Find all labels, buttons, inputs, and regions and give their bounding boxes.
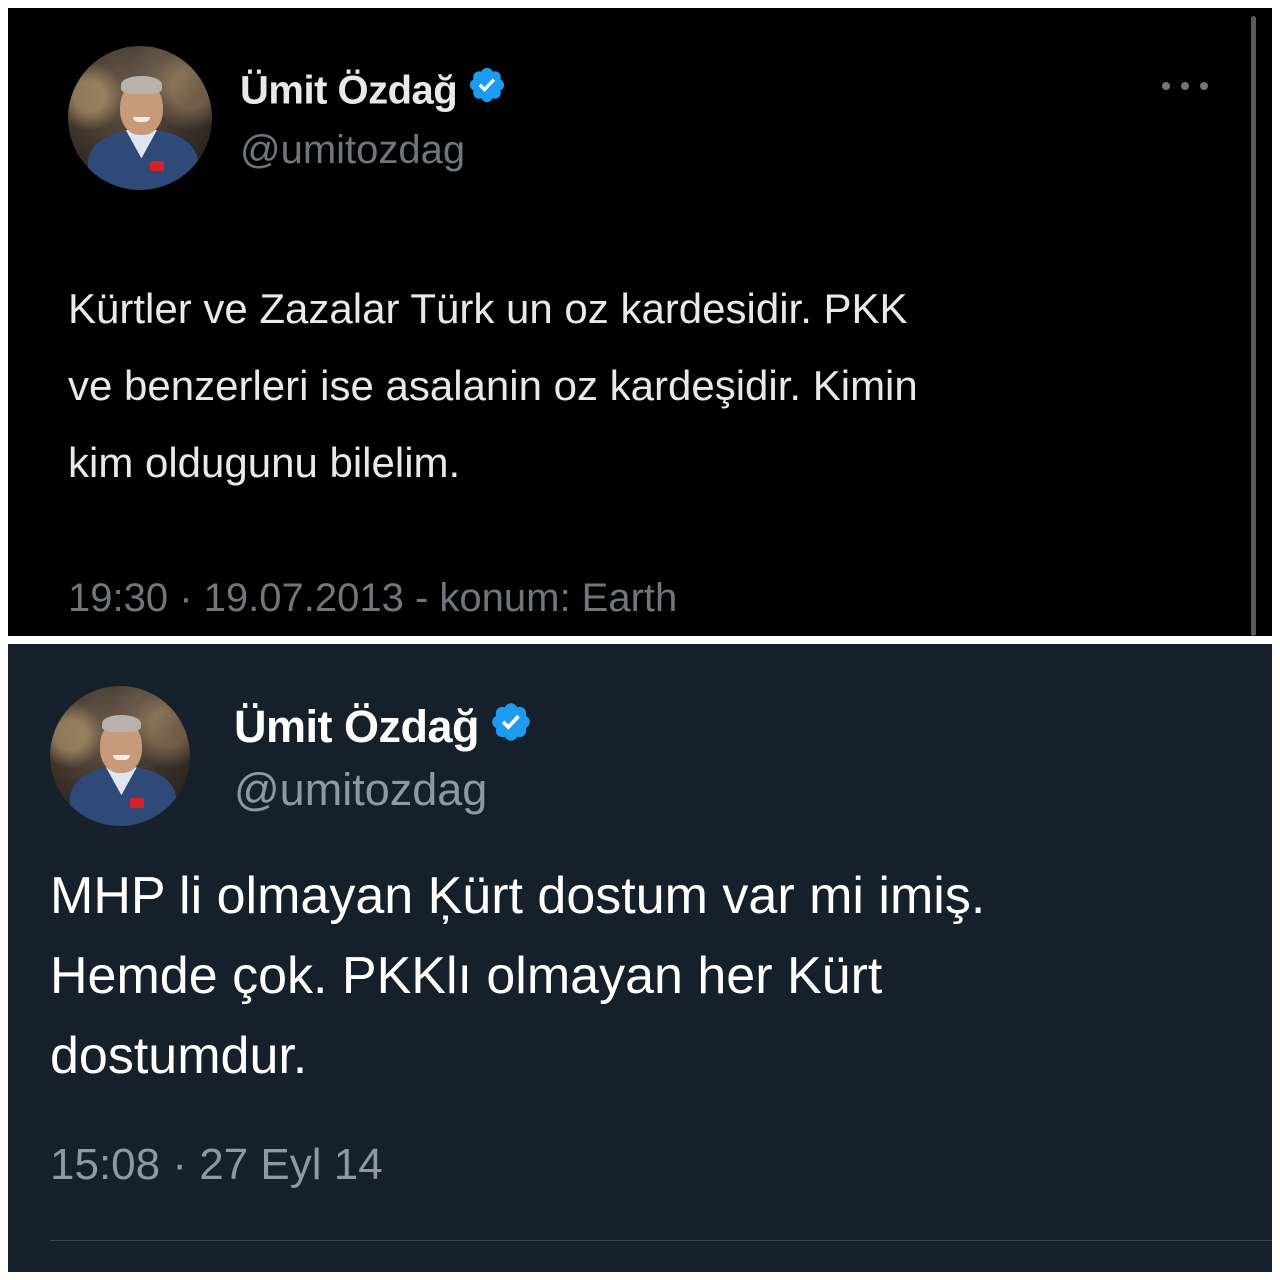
- avatar[interactable]: [68, 46, 212, 190]
- divider: [50, 1240, 1272, 1241]
- author-name[interactable]: Ümit Özdağ: [240, 69, 458, 113]
- author-name[interactable]: Ümit Özdağ: [234, 701, 480, 752]
- tweet-text: Kürtler ve Zazalar Türk un oz kardesidir…: [68, 285, 918, 486]
- avatar[interactable]: [50, 686, 190, 826]
- verified-badge-icon: [489, 700, 533, 755]
- author-handle[interactable]: @umitozdag: [234, 764, 487, 816]
- tweet-timestamp[interactable]: 19:30 · 19.07.2013 - konum: Earth: [68, 576, 677, 621]
- author-name-row[interactable]: Ümit Özdağ: [240, 65, 507, 118]
- scrollbar[interactable]: [1251, 16, 1256, 636]
- verified-badge-icon: [467, 65, 507, 115]
- tweet-timestamp[interactable]: 15:08 · 27 Eyl 14: [50, 1140, 383, 1190]
- tweet-text: MHP li olmayan Ķürt dostum var mi imiş. …: [50, 867, 986, 1085]
- more-options-icon[interactable]: [1162, 80, 1208, 92]
- tweet-card-top[interactable]: Ümit Özdağ @umitozdag Kürtler ve Zazalar…: [8, 8, 1272, 636]
- author-name-row[interactable]: Ümit Özdağ: [234, 701, 533, 758]
- tweet-card-bottom[interactable]: Ümit Özdağ @umitozdag MHP li olmayan Ķür…: [8, 644, 1272, 1272]
- tweet-collage: Ümit Özdağ @umitozdag Kürtler ve Zazalar…: [0, 0, 1280, 1280]
- author-handle[interactable]: @umitozdag: [240, 128, 465, 173]
